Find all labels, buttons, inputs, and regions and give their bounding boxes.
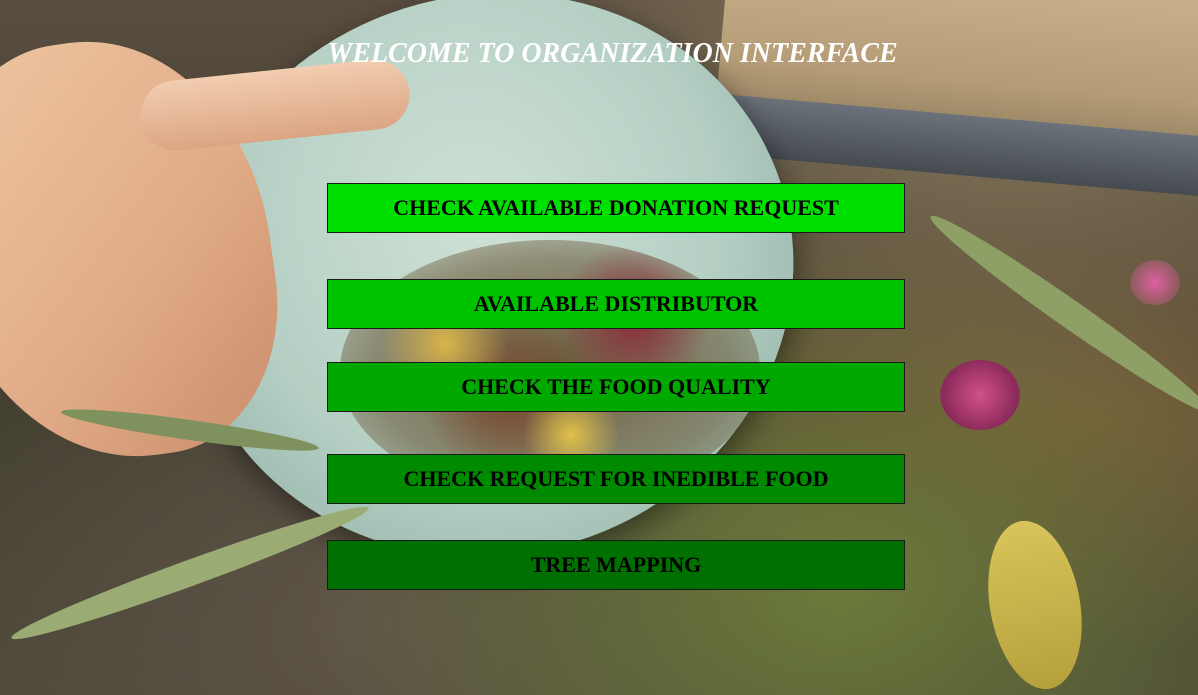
flower	[1130, 260, 1180, 305]
available-distributor-button[interactable]: AVAILABLE DISTRIBUTOR	[327, 279, 905, 329]
pepper	[975, 513, 1095, 695]
check-available-donation-request-button[interactable]: CHECK AVAILABLE DONATION REQUEST	[327, 183, 905, 233]
background-image	[0, 0, 1198, 695]
flower	[940, 360, 1020, 430]
check-inedible-food-request-button[interactable]: CHECK REQUEST FOR INEDIBLE FOOD	[327, 454, 905, 504]
page-title: WELCOME TO ORGANIZATION INTERFACE	[327, 38, 898, 69]
check-food-quality-button[interactable]: CHECK THE FOOD QUALITY	[327, 362, 905, 412]
leaf	[7, 495, 373, 651]
tree-mapping-button[interactable]: TREE MAPPING	[327, 540, 905, 590]
